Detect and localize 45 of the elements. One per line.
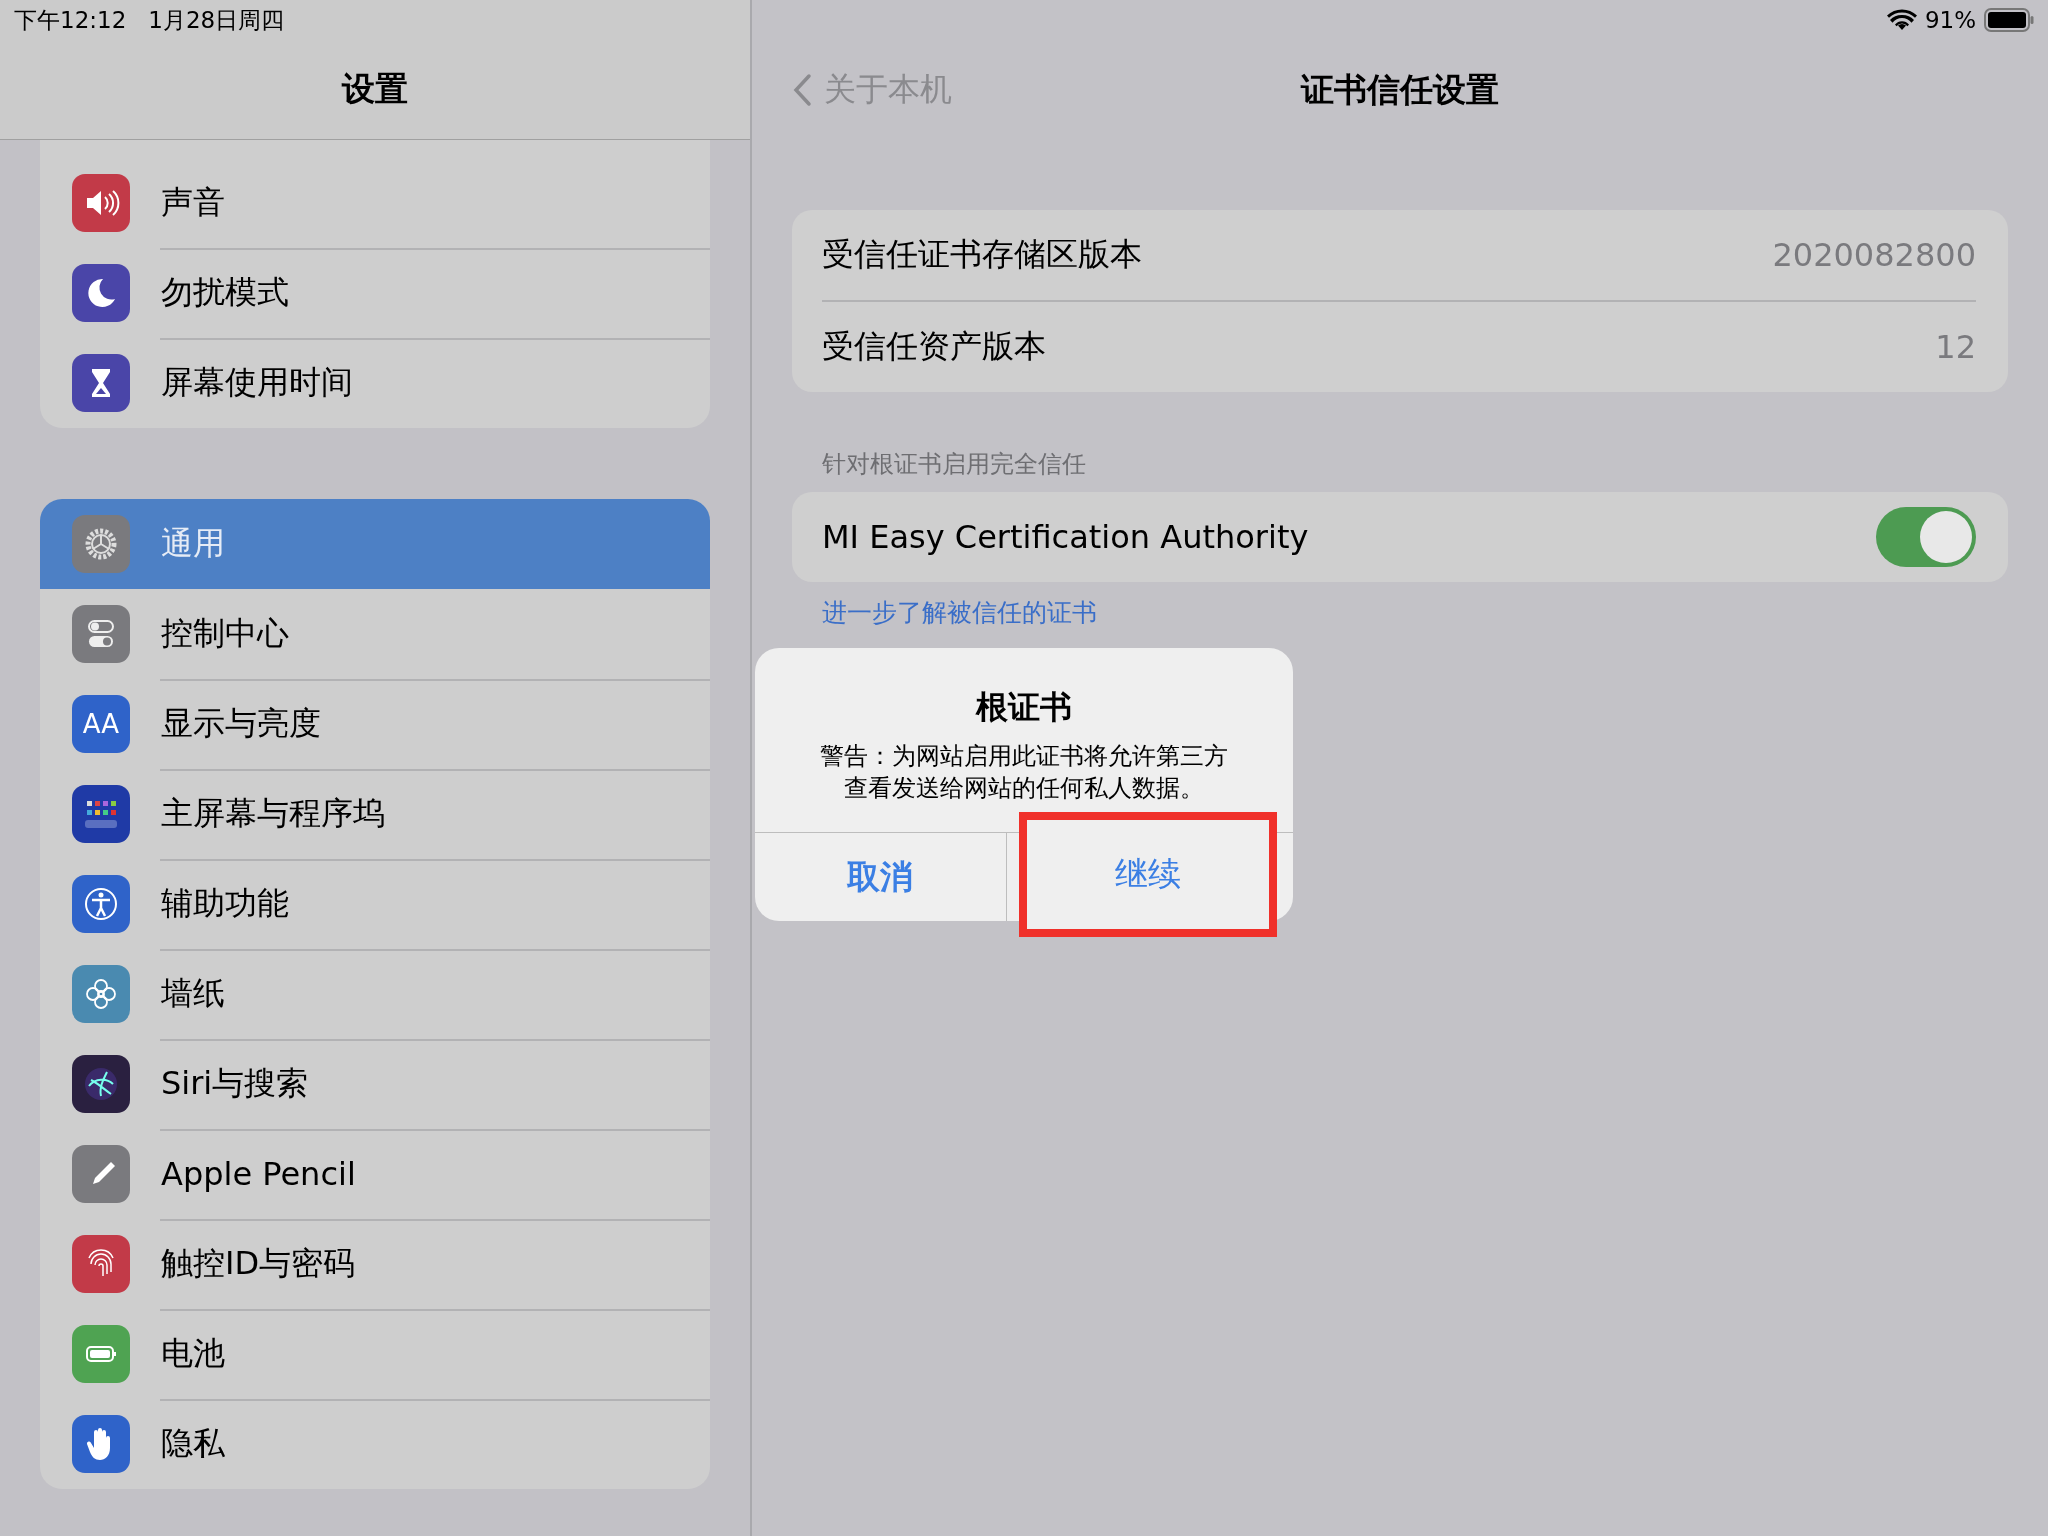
sidebar-item[interactable]: Siri与搜索 xyxy=(40,1039,710,1129)
sidebar-item[interactable]: AA 显示与亮度 xyxy=(40,679,710,769)
sidebar-title: 设置 xyxy=(342,68,408,110)
info-value: 2020082800 xyxy=(1772,236,1976,274)
sidebar-item[interactable]: 主屏幕与程序坞 xyxy=(40,769,710,859)
sidebar-item[interactable]: 声音 xyxy=(40,158,710,248)
sidebar-item-label: 触控ID与密码 xyxy=(161,1243,356,1284)
sidebar-item-label: 显示与亮度 xyxy=(161,703,321,744)
sidebar-item-label: 声音 xyxy=(161,182,225,223)
sidebar-item-label: 勿扰模式 xyxy=(161,272,289,313)
sidebar-item[interactable]: 墙纸 xyxy=(40,949,710,1039)
certificate-name: MI Easy Certification Authority xyxy=(822,518,1309,556)
sidebar-item-label: Siri与搜索 xyxy=(161,1063,309,1104)
sidebar-item[interactable]: 电池 xyxy=(40,1309,710,1399)
sidebar-item[interactable]: 触控ID与密码 xyxy=(40,1219,710,1309)
sidebar-item-label: 隐私 xyxy=(161,1423,225,1464)
battery-percent: 91% xyxy=(1924,7,1976,33)
status-date: 1月28日周四 xyxy=(148,5,285,35)
sidebar-item-label: 墙纸 xyxy=(161,973,225,1014)
sidebar-item-label: 主屏幕与程序坞 xyxy=(161,793,385,834)
sidebar-item-label: 控制中心 xyxy=(161,613,289,654)
sidebar-item[interactable]: Apple Pencil xyxy=(40,1129,710,1219)
sidebar-item[interactable]: 勿扰模式 xyxy=(40,248,710,338)
section-header: 针对根证书启用完全信任 xyxy=(822,449,1087,476)
alert-message: 警告：为网站启用此证书将允许第三方查看发送给网站的任何私人数据。 xyxy=(819,741,1229,804)
sidebar-item[interactable]: 隐私 xyxy=(40,1399,710,1489)
wifi-icon xyxy=(1886,9,1917,31)
trust-toggle[interactable] xyxy=(1876,507,1976,567)
sidebar-item-label: 通用 xyxy=(161,523,225,564)
sidebar-item-label: 屏幕使用时间 xyxy=(161,362,353,403)
info-label: 受信任资产版本 xyxy=(822,326,1046,367)
text-size-icon: AA xyxy=(72,695,130,753)
sidebar-item-label: Apple Pencil xyxy=(161,1155,356,1193)
sidebar-item-label: 辅助功能 xyxy=(161,883,289,924)
sidebar-item[interactable]: 屏幕使用时间 xyxy=(40,338,710,428)
alert-title: 根证书 xyxy=(974,687,1073,728)
info-label: 受信任证书存储区版本 xyxy=(822,234,1142,275)
sidebar-item[interactable]: 控制中心 xyxy=(40,589,710,679)
status-time: 下午12:12 xyxy=(14,5,127,35)
sidebar-item-label: 电池 xyxy=(161,1333,225,1374)
chevron-left-icon xyxy=(792,73,812,107)
sidebar-item[interactable]: 辅助功能 xyxy=(40,859,710,949)
info-value: 12 xyxy=(1935,328,1976,366)
page-title: 证书信任设置 xyxy=(1301,69,1499,111)
battery-icon xyxy=(1984,8,2034,32)
